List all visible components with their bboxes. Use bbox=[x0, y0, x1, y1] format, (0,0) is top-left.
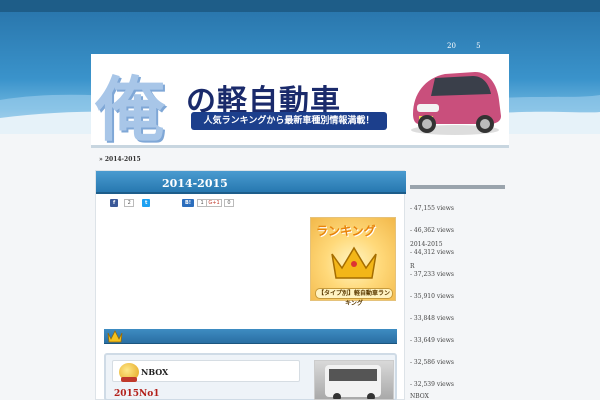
section-bar bbox=[104, 329, 397, 344]
banner-tagline: 人気ランキングから最新車種別情報満載！ bbox=[191, 112, 387, 130]
sidebar-views: - 33,848 views bbox=[410, 315, 454, 322]
main-content: 2014-2015 f 2 t B! 1 G+1 0 ランキング 【タイプ別】軽… bbox=[95, 170, 406, 400]
entry-thumbnail[interactable] bbox=[314, 360, 394, 400]
post-title: 2014-2015 bbox=[162, 177, 228, 190]
ranking-banner-caption: 【タイプ別】軽自動車ランキング bbox=[315, 288, 393, 307]
banner-logo-char: 俺 bbox=[95, 69, 165, 148]
car-image bbox=[411, 72, 501, 135]
crown-icon bbox=[331, 246, 377, 279]
gplus-button[interactable]: G+1 bbox=[206, 199, 222, 207]
twitter-share[interactable]: t bbox=[142, 199, 151, 207]
twitter-icon[interactable]: t bbox=[142, 199, 151, 207]
car-thumbnail-image bbox=[325, 365, 381, 399]
sidebar-views: - 35,910 views bbox=[410, 293, 454, 300]
sidebar-views: - 47,155 views bbox=[410, 205, 454, 212]
top-bar bbox=[0, 0, 600, 12]
gplus-share[interactable]: G+1 0 bbox=[206, 199, 234, 207]
facebook-share[interactable]: f 2 bbox=[110, 199, 135, 207]
sidebar-divider bbox=[410, 185, 505, 189]
nav-item[interactable]: 5 bbox=[476, 42, 480, 50]
hatena-icon[interactable]: B! bbox=[182, 199, 195, 207]
ranking-entry[interactable]: NBOX 2015No1 bbox=[104, 353, 397, 400]
hatena-share[interactable]: B! 1 bbox=[182, 199, 208, 207]
sidebar-views: - 44,312 views bbox=[410, 249, 454, 256]
post-heading: 2014-2015 bbox=[96, 171, 406, 194]
crown-icon bbox=[107, 330, 123, 343]
sidebar-views: - 33,649 views bbox=[410, 337, 454, 344]
medal-icon bbox=[119, 363, 139, 382]
sidebar-views: - 37,233 views bbox=[410, 271, 454, 278]
ranking-banner-title: ランキング bbox=[316, 224, 376, 238]
header-nav: 20 5 bbox=[447, 42, 499, 50]
breadcrumb[interactable]: » 2014-2015 bbox=[99, 156, 141, 163]
entry-name[interactable]: NBOX bbox=[141, 367, 168, 377]
entry-year: 2015No1 bbox=[114, 389, 160, 399]
facebook-icon[interactable]: f bbox=[110, 199, 119, 207]
sidebar-item-label[interactable]: NBOX bbox=[410, 393, 429, 400]
nav-item[interactable]: 20 bbox=[447, 42, 456, 50]
sidebar-item-label[interactable]: R bbox=[410, 263, 415, 270]
sidebar-views: - 46,362 views bbox=[410, 227, 454, 234]
ranking-banner[interactable]: ランキング 【タイプ別】軽自動車ランキング bbox=[310, 217, 396, 307]
sidebar-views: - 32,539 views bbox=[410, 381, 454, 388]
entry-header: NBOX bbox=[112, 360, 300, 382]
sidebar-views: - 32,586 views bbox=[410, 359, 454, 366]
gplus-count: 0 bbox=[224, 199, 234, 207]
facebook-count: 2 bbox=[124, 199, 135, 207]
sidebar-item-label[interactable]: 2014-2015 bbox=[410, 241, 443, 248]
site-banner[interactable]: 俺 の軽自動車 人気ランキングから最新車種別情報満載！ bbox=[91, 54, 509, 148]
